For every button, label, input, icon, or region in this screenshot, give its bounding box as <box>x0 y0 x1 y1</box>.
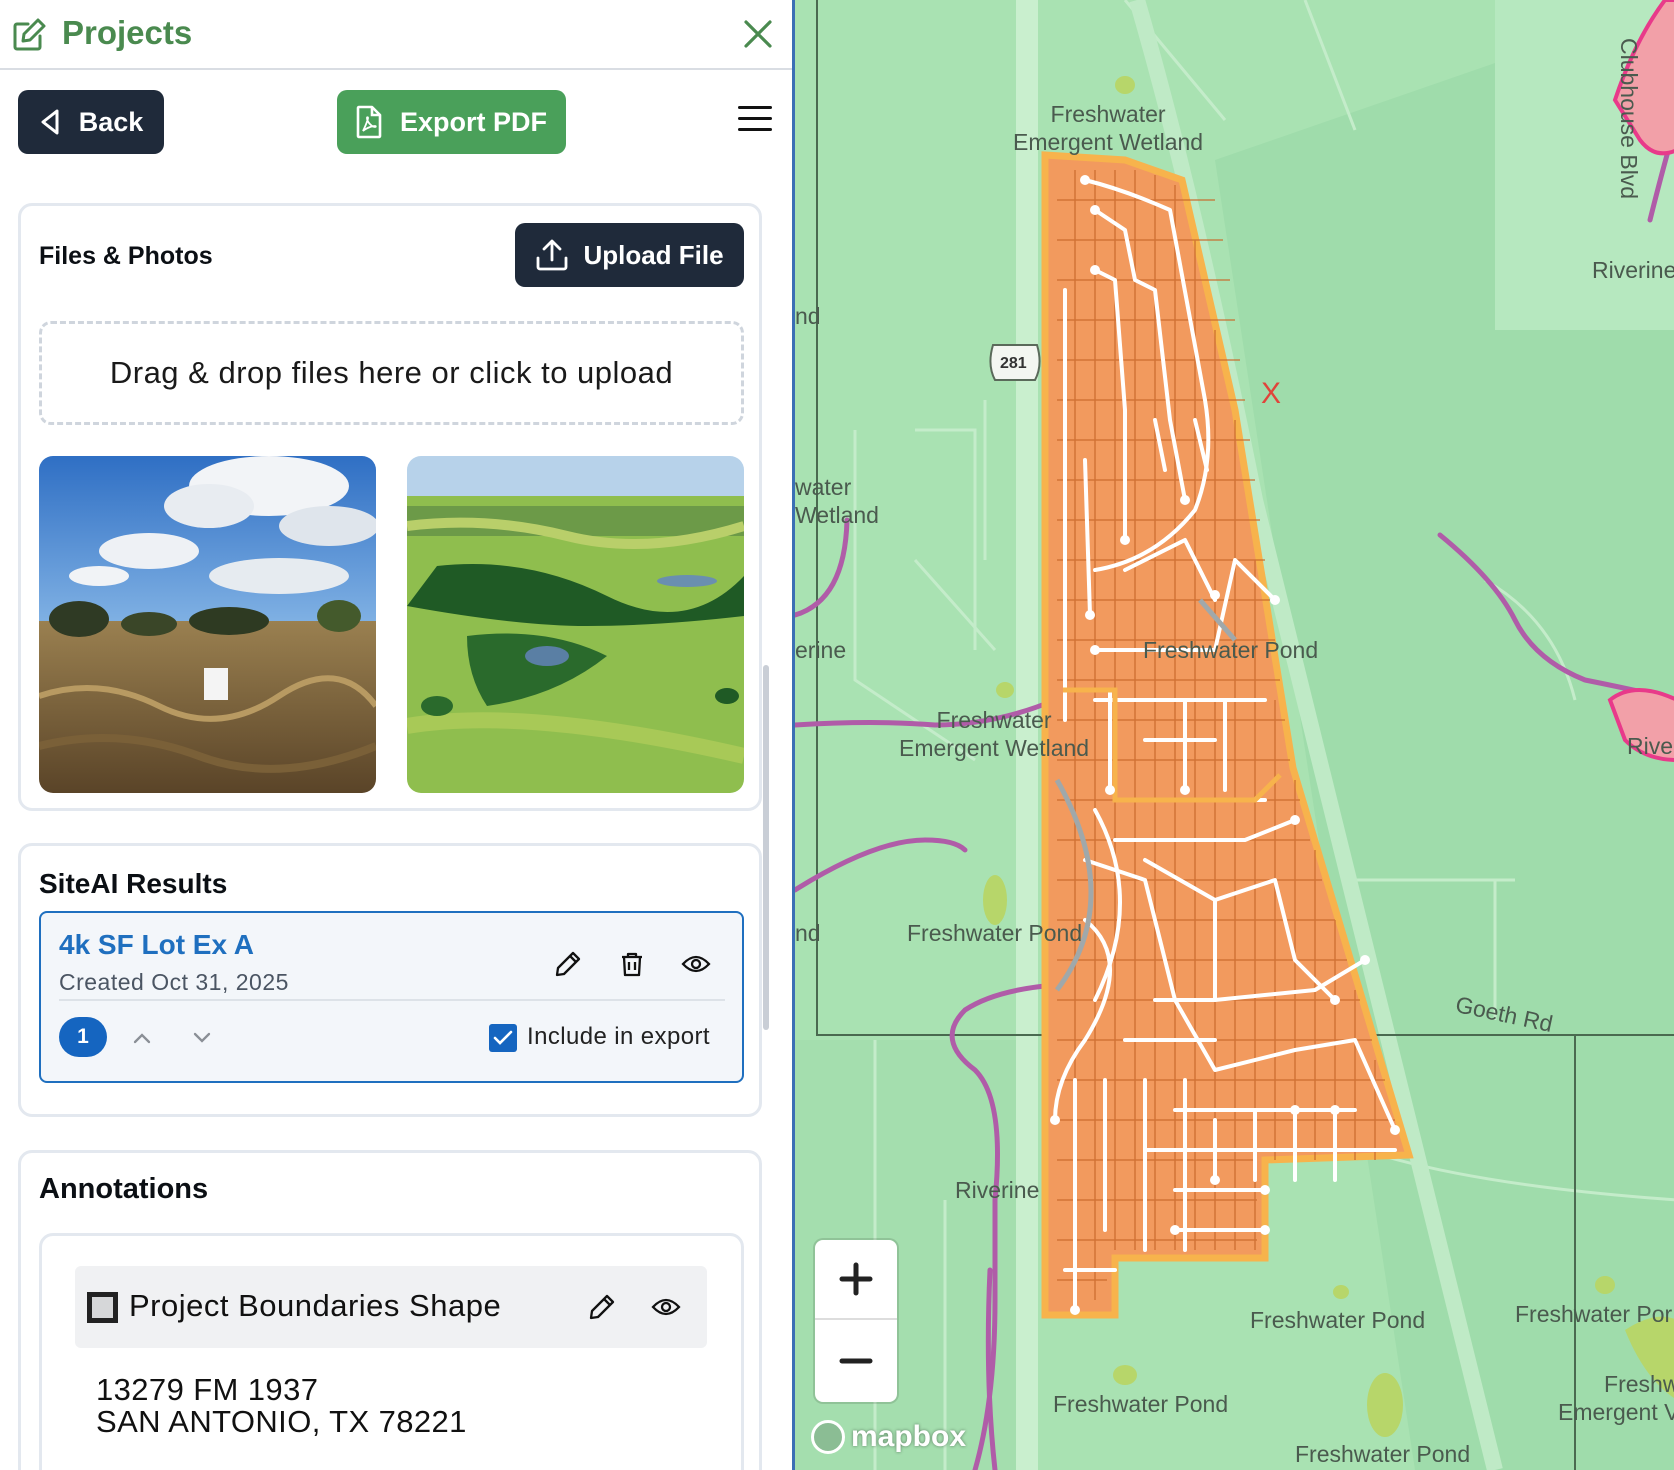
eye-icon <box>681 955 711 973</box>
annotation-address: 13279 FM 1937 SAN ANTONIO, TX 78221 <box>96 1374 467 1438</box>
pdf-file-icon <box>356 105 382 139</box>
include-export-label: Include in export <box>527 1023 710 1050</box>
files-photos-title: Files & Photos <box>39 242 213 270</box>
siteai-result-item: 4k SF Lot Ex A Created Oct 31, 2025 1 In… <box>39 911 744 1083</box>
map-label-riverine: River <box>1627 733 1674 759</box>
upload-button-label: Upload File <box>583 239 724 270</box>
file-dropzone[interactable]: Drag & drop files here or click to uploa… <box>39 321 744 425</box>
mapbox-logo[interactable]: mapbox <box>811 1420 966 1454</box>
include-export-checkbox[interactable] <box>489 1024 517 1052</box>
map-label-wetland: Freshwater Emergent Wetland <box>899 707 1090 761</box>
zoom-out-button[interactable] <box>815 1321 897 1401</box>
upload-icon <box>537 239 568 271</box>
move-up-button[interactable] <box>125 1021 159 1055</box>
checkmark-icon <box>493 1030 513 1045</box>
export-pdf-button[interactable]: Export PDF <box>337 90 566 154</box>
panel-header: Projects <box>0 0 792 70</box>
plus-icon <box>839 1262 873 1296</box>
map-label-riverine: Riverine <box>955 1177 1040 1203</box>
map-label-route-shield: 281 <box>1000 355 1027 372</box>
annotations-title: Annotations <box>39 1173 209 1205</box>
annotation-label: Project Boundaries Shape <box>129 1288 502 1323</box>
back-button-label: Back <box>78 106 144 137</box>
pencil-icon <box>589 1294 615 1320</box>
chevron-left-icon <box>41 109 59 135</box>
siteai-results-title: SiteAI Results <box>39 868 228 899</box>
map-label-riverine: erine <box>795 637 847 663</box>
map-label-pond: Freshwater Por <box>1515 1301 1673 1327</box>
map-label-pond: Freshwater Pond <box>907 920 1083 946</box>
zoom-in-button[interactable] <box>815 1240 897 1320</box>
mapbox-logo-icon <box>811 1420 845 1454</box>
map-label-pond: Freshwater Pond <box>1295 1441 1471 1467</box>
map-label-road: Clubhouse Blvd <box>1616 38 1642 200</box>
zoom-control <box>815 1240 897 1402</box>
address-line-2: SAN ANTONIO, TX 78221 <box>96 1404 467 1439</box>
result-created-date: Created Oct 31, 2025 <box>59 969 289 995</box>
hamburger-menu-icon[interactable] <box>738 106 772 136</box>
photo-thumbnail[interactable] <box>39 456 376 793</box>
edit-note-icon <box>13 18 46 51</box>
map-marker-x[interactable]: X <box>1261 379 1281 409</box>
view-result-button[interactable] <box>679 947 713 981</box>
map-label-wetland: Freshw Emergent V <box>1558 1371 1674 1425</box>
map-label-nd: nd <box>795 920 821 946</box>
map-label-pond: Freshwater Pond <box>1143 637 1319 663</box>
chevron-up-icon <box>133 1033 151 1044</box>
map-label-riverine: Riverine <box>1592 257 1674 283</box>
annotations-card: Annotations Project Boundaries Shape 132… <box>18 1150 762 1470</box>
chevron-down-icon <box>193 1032 211 1043</box>
dropzone-text: Drag & drop files here or click to uploa… <box>109 355 674 390</box>
delete-result-button[interactable] <box>615 947 649 981</box>
page-title: Projects <box>62 14 193 51</box>
map-label-pond: Freshwater Pond <box>1053 1391 1229 1417</box>
map-label-pond: Freshwater Pond <box>1250 1307 1426 1333</box>
rank-badge: 1 <box>59 1017 107 1057</box>
move-down-button[interactable] <box>185 1021 219 1055</box>
siteai-results-card: SiteAI Results 4k SF Lot Ex A Created Oc… <box>18 843 762 1117</box>
divider <box>59 999 725 1001</box>
map-label-wetland: water Wetland <box>795 474 879 528</box>
annotation-row: Project Boundaries Shape <box>75 1266 707 1348</box>
edit-result-button[interactable] <box>551 947 585 981</box>
photo-thumbnail[interactable] <box>407 456 744 793</box>
trash-icon <box>622 952 642 977</box>
export-button-label: Export PDF <box>399 106 547 137</box>
map-label-wetland: Freshwater Emergent Wetland <box>1013 101 1204 155</box>
result-name-link[interactable]: 4k SF Lot Ex A <box>59 929 254 961</box>
back-button[interactable]: Back <box>18 90 164 154</box>
aerial-photo-image <box>407 456 744 793</box>
annotation-item: Project Boundaries Shape 13279 FM 1937 S… <box>39 1233 744 1470</box>
address-line-1: 13279 FM 1937 <box>96 1372 319 1407</box>
eye-icon <box>651 1298 681 1316</box>
projects-panel: Projects Back Export PDF Files & Photos … <box>0 0 792 1470</box>
upload-file-button[interactable]: Upload File <box>515 223 744 287</box>
mapbox-wordmark: mapbox <box>851 1420 967 1453</box>
minus-icon <box>839 1358 873 1364</box>
close-icon[interactable] <box>740 16 776 52</box>
view-annotation-button[interactable] <box>649 1290 683 1324</box>
files-photos-card: Files & Photos Upload File Drag & drop f… <box>18 203 762 811</box>
map-view[interactable]: Freshwater Emergent Wetland Clubhouse Bl… <box>792 0 1674 1470</box>
field-photo-image <box>39 456 376 793</box>
shape-square-icon <box>87 1292 118 1323</box>
pencil-icon <box>555 951 581 977</box>
map-label-nd: nd <box>795 303 821 329</box>
panel-scrollbar[interactable] <box>763 665 769 1030</box>
edit-annotation-button[interactable] <box>585 1290 619 1324</box>
